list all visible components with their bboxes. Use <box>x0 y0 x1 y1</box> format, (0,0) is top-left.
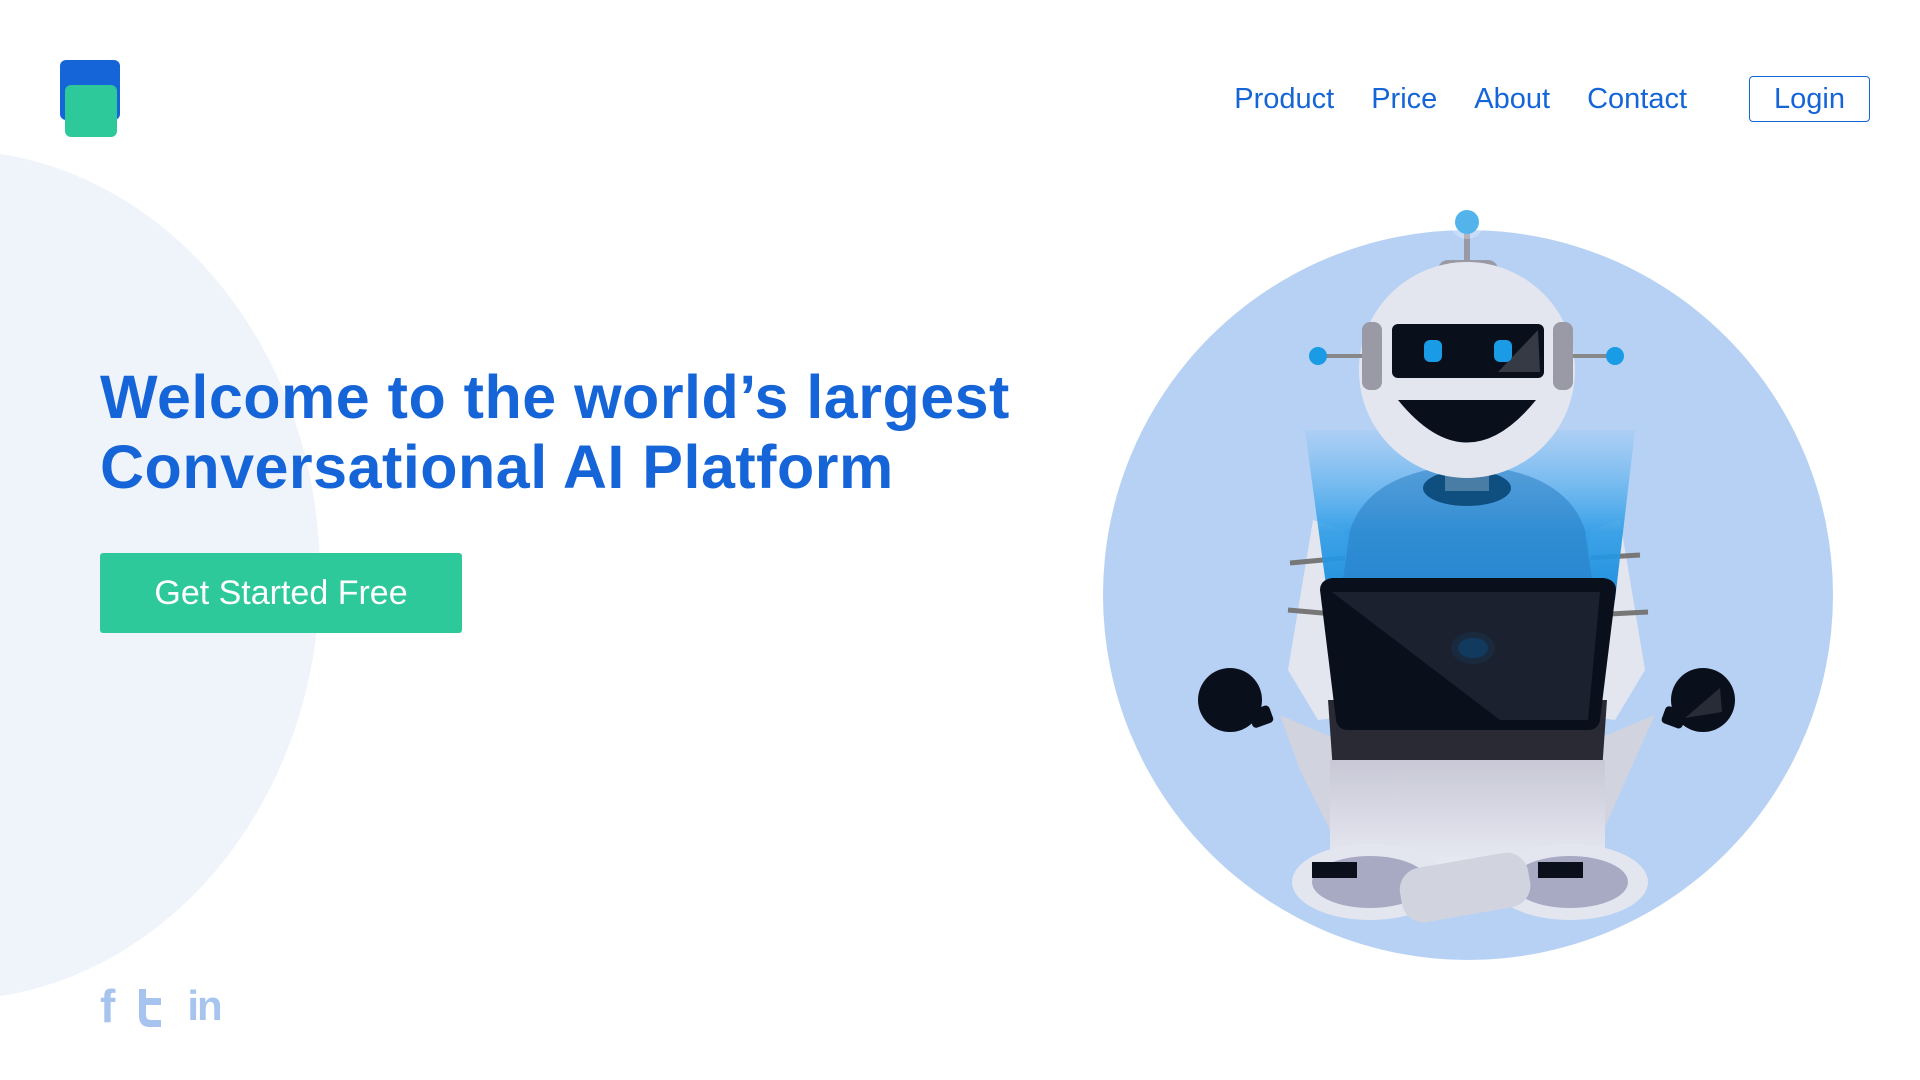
facebook-icon[interactable]: f <box>100 983 115 1029</box>
linkedin-icon[interactable]: in <box>187 985 222 1027</box>
nav-about[interactable]: About <box>1474 76 1550 122</box>
social-links: f in <box>100 983 223 1029</box>
brand-logo[interactable] <box>60 60 122 138</box>
hero-title: Welcome to the world’s largest Conversat… <box>100 362 1010 502</box>
robot-illustration <box>1103 205 1833 960</box>
login-button[interactable]: Login <box>1749 76 1870 122</box>
twitter-icon[interactable] <box>135 989 167 1027</box>
nav-product[interactable]: Product <box>1234 76 1334 122</box>
top-nav: Product Price About Contact Login <box>1234 76 1870 122</box>
landing-page: Product Price About Contact Login Welcom… <box>0 0 1920 1080</box>
get-started-button[interactable]: Get Started Free <box>100 553 462 633</box>
nav-price[interactable]: Price <box>1371 76 1437 122</box>
logo-square-green <box>65 85 117 137</box>
hero-title-line-1: Welcome to the world’s largest <box>100 363 1010 431</box>
hero-title-line-2: Conversational AI Platform <box>100 433 894 501</box>
nav-contact[interactable]: Contact <box>1587 76 1687 122</box>
